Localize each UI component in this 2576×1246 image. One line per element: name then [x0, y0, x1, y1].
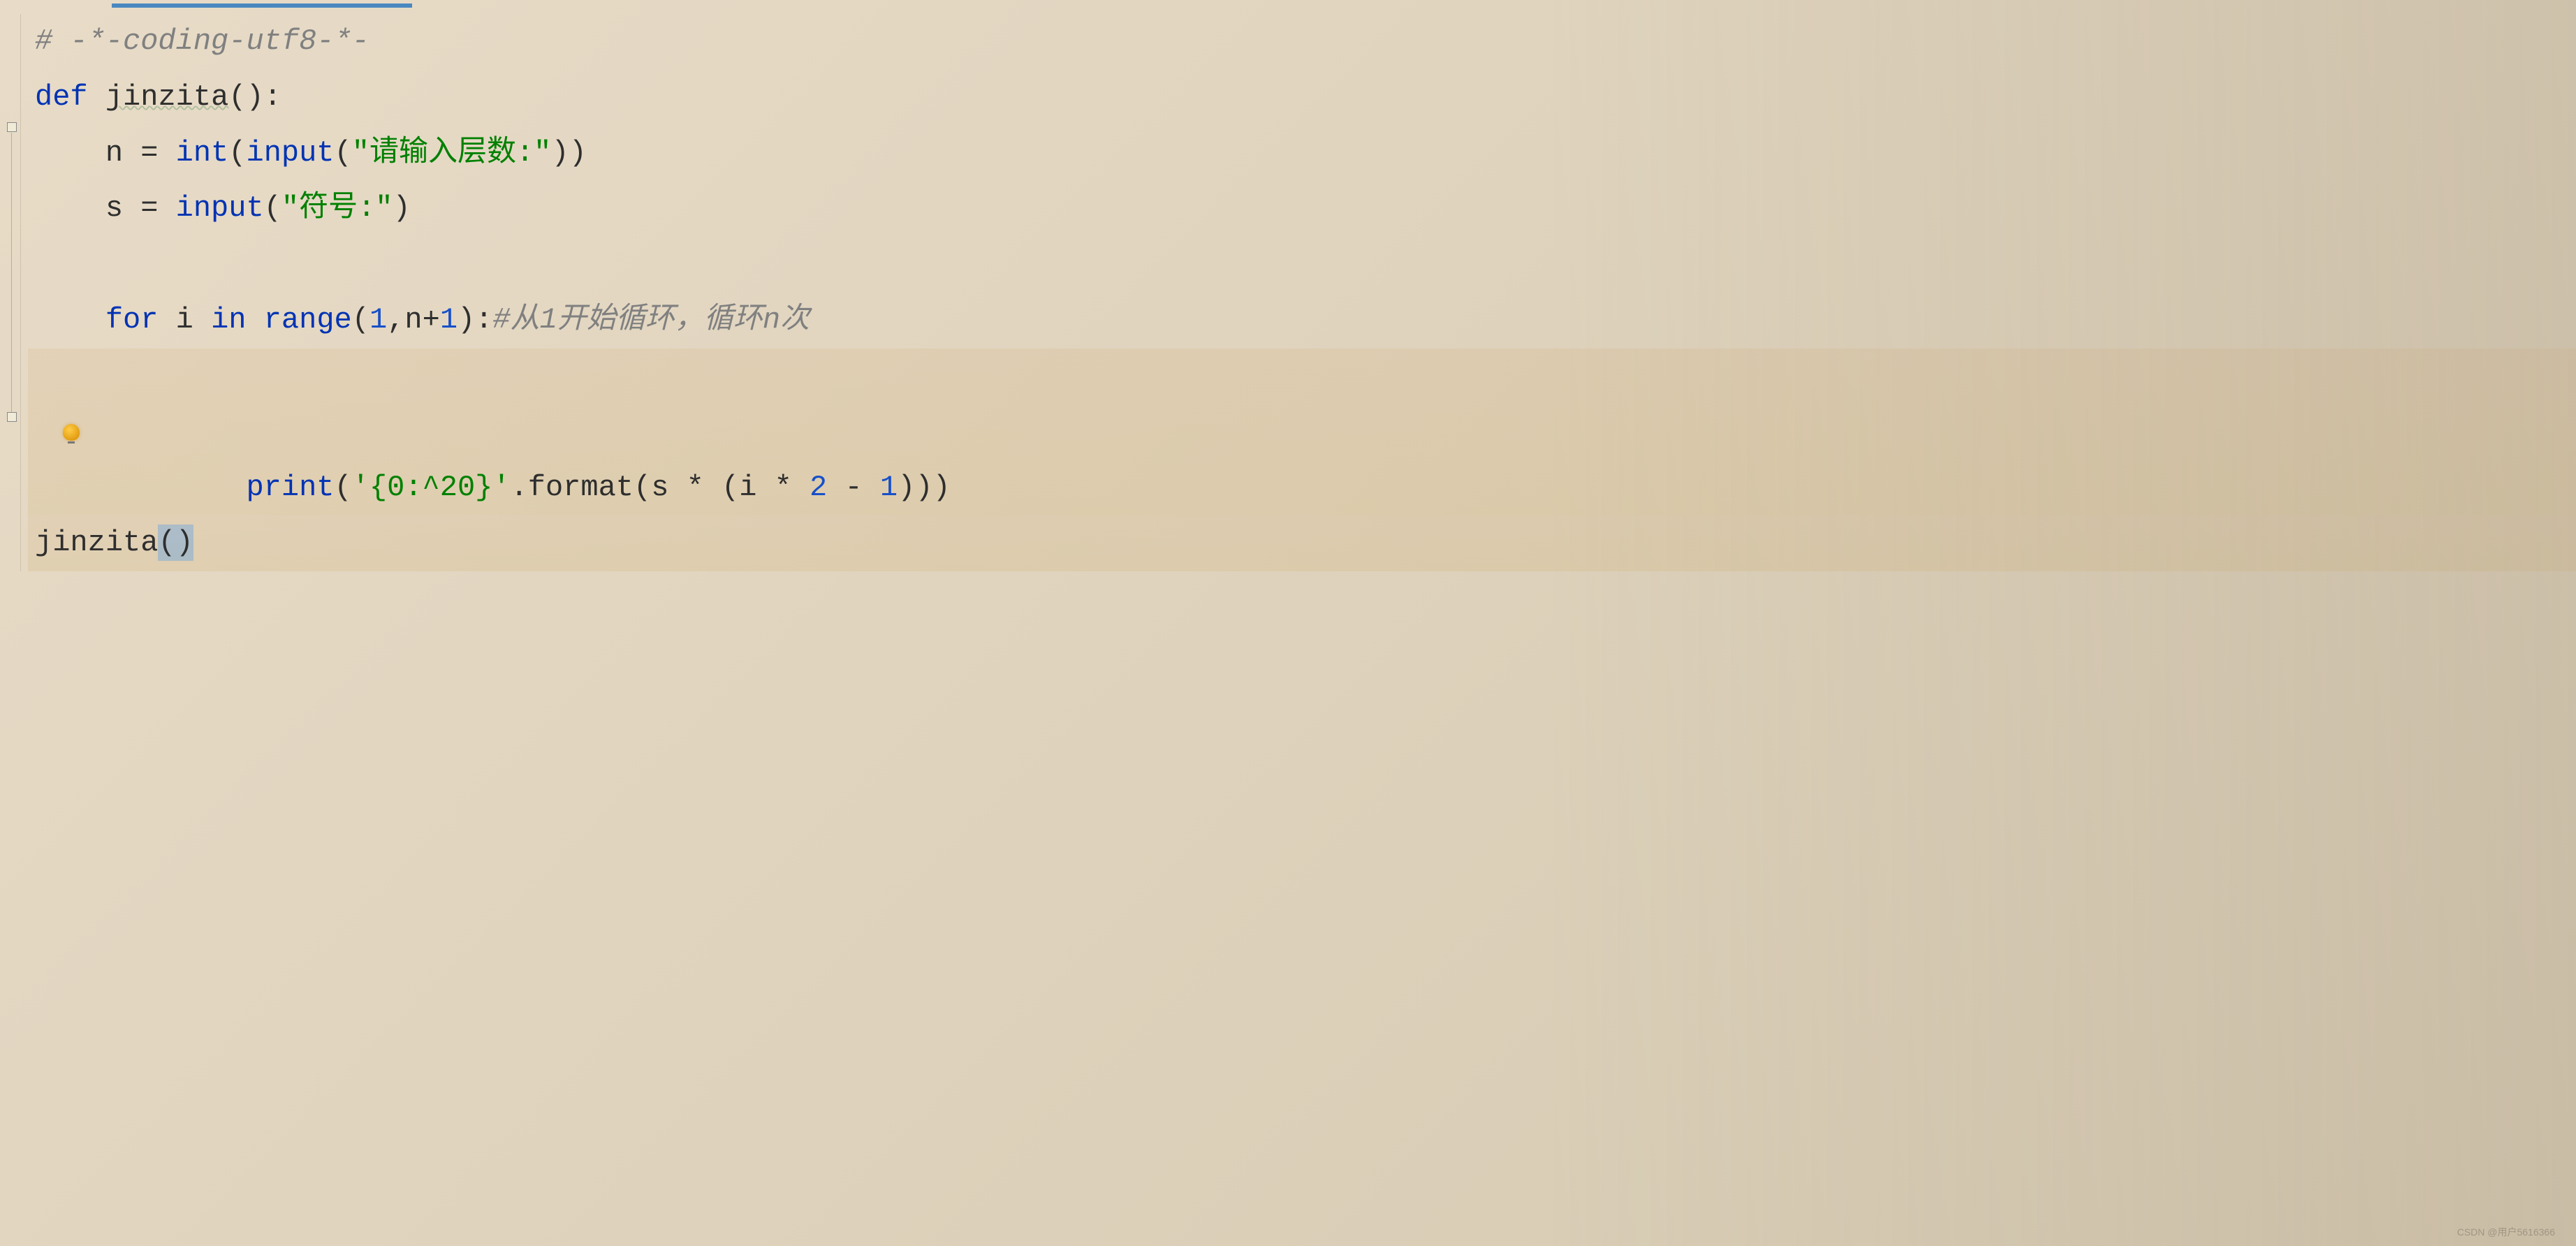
fold-start-icon[interactable] [7, 122, 17, 132]
comment: #从1开始循环，循环n次 [492, 303, 810, 337]
number-literal: 1 [880, 471, 898, 504]
active-tab-indicator [112, 3, 412, 8]
function-name: jinzita [105, 80, 228, 114]
selection-caret: () [158, 525, 193, 561]
punctuation: (): [228, 80, 281, 114]
code-line-5-blank[interactable] [28, 237, 2576, 293]
builtin-range: range [264, 303, 352, 337]
fold-guide-line [11, 133, 12, 412]
code-text: n = [35, 136, 176, 170]
lightbulb-icon[interactable] [63, 424, 80, 441]
keyword-def: def [35, 80, 88, 114]
keyword-for: for [105, 303, 159, 337]
code-line-6[interactable]: for i in range(1,n+1):#从1开始循环，循环n次 [28, 293, 2576, 349]
string-literal: "请输入层数:" [352, 136, 552, 170]
builtin-int: int [176, 136, 229, 170]
builtin-input: input [246, 136, 334, 170]
builtin-print: print [246, 471, 334, 504]
fold-end-icon[interactable] [7, 412, 17, 422]
comment: # -*-coding-utf8-*- [35, 24, 369, 58]
code-line-4[interactable]: s = input("符号:") [28, 181, 2576, 237]
code-editor[interactable]: # -*-coding-utf8-*- def jinzita(): n = i… [0, 14, 2576, 571]
code-line-8[interactable]: jinzita() [28, 515, 2576, 571]
number-literal: 1 [369, 303, 387, 337]
keyword-in: in [211, 303, 246, 337]
number-literal: 2 [810, 471, 827, 504]
gutter [0, 14, 21, 571]
code-line-7[interactable]: print('{0:^20}'.format(s * (i * 2 - 1))) [28, 349, 2576, 515]
string-literal: '{0:^20}' [352, 471, 511, 504]
function-call: jinzita [35, 526, 158, 559]
code-line-2[interactable]: def jinzita(): [28, 70, 2576, 126]
number-literal: 1 [440, 303, 458, 337]
watermark-text: CSDN @用户5616366 [2457, 1225, 2555, 1239]
code-text: s = [35, 191, 176, 225]
string-literal: "符号:" [281, 191, 393, 225]
code-line-3[interactable]: n = int(input("请输入层数:")) [28, 126, 2576, 182]
builtin-input: input [176, 191, 264, 225]
code-line-1[interactable]: # -*-coding-utf8-*- [28, 14, 2576, 70]
